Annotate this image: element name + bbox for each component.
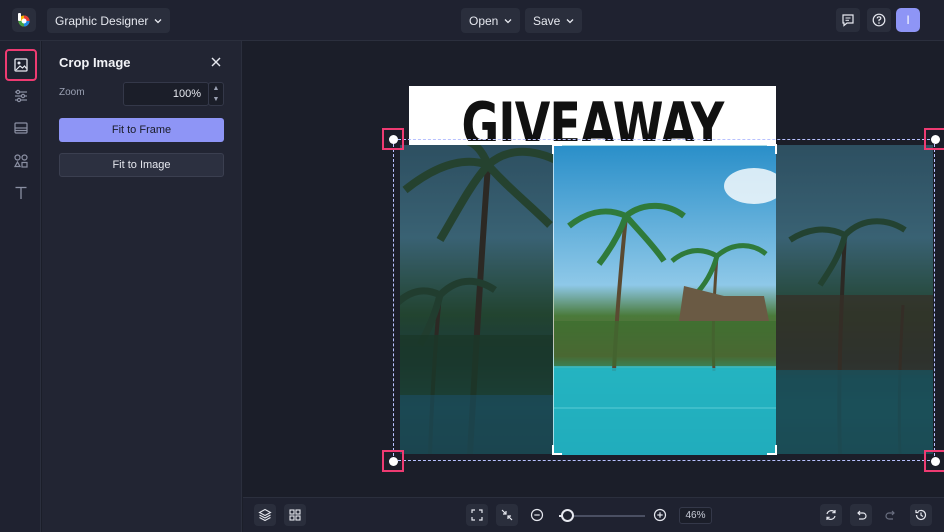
fit-to-image-label: Fit to Image <box>112 159 171 171</box>
design-canvas[interactable]: GIVEAWAY <box>243 41 944 497</box>
zoom-percent[interactable]: 46% <box>679 507 712 524</box>
zoom-stepper[interactable]: ▲ ▼ <box>208 82 224 106</box>
grid-icon <box>289 509 301 521</box>
zoom-label: Zoom <box>59 87 85 98</box>
layers-button[interactable] <box>254 504 276 526</box>
zoom-out-button[interactable] <box>530 508 544 522</box>
layout-icon <box>14 122 28 134</box>
layers-icon <box>258 508 272 522</box>
bottom-toolbar: 46% <box>243 497 944 532</box>
rail-item-adjust[interactable] <box>7 82 35 110</box>
chevron-down-icon <box>504 18 512 23</box>
resize-handle-bottom-right[interactable] <box>924 450 944 472</box>
close-icon <box>211 57 221 67</box>
save-label: Save <box>533 13 561 28</box>
open-label: Open <box>469 13 499 28</box>
zoom-slider-knob[interactable] <box>561 509 575 522</box>
befunky-logo-icon[interactable] <box>12 8 36 32</box>
stepper-down-icon[interactable]: ▼ <box>209 94 223 105</box>
top-bar: Graphic Designer Open Save I <box>0 0 944 41</box>
rail-item-layout[interactable] <box>7 114 35 142</box>
resize-handle-top-left[interactable] <box>382 128 404 150</box>
image-icon <box>14 58 28 72</box>
grid-button[interactable] <box>284 504 306 526</box>
zoom-out-icon <box>530 508 544 522</box>
rail-item-text[interactable] <box>7 179 35 207</box>
chevron-down-icon <box>154 18 162 23</box>
sliders-icon <box>15 89 27 103</box>
resize-handle-bottom-left[interactable] <box>382 450 404 472</box>
shapes-icon <box>13 154 28 168</box>
app-menu-label: Graphic Designer <box>55 13 149 28</box>
fit-screen-icon <box>471 509 483 521</box>
open-button[interactable]: Open <box>461 8 521 33</box>
replace-icon <box>826 510 836 520</box>
shrink-icon <box>501 509 513 521</box>
zoom-in-icon <box>653 508 667 522</box>
comment-icon <box>842 14 854 27</box>
history-button[interactable] <box>910 504 932 526</box>
actual-size-button[interactable] <box>496 504 518 526</box>
save-button[interactable]: Save <box>525 8 583 33</box>
headline-text[interactable]: GIVEAWAY <box>457 91 729 141</box>
selection-box <box>393 139 935 461</box>
avatar-initial: I <box>906 13 910 27</box>
tool-rail <box>0 41 41 532</box>
stepper-up-icon[interactable]: ▲ <box>209 83 223 94</box>
crop-panel: Crop Image Zoom ▲ ▼ Fit to Frame Fit to … <box>42 41 242 532</box>
fit-screen-button[interactable] <box>466 504 488 526</box>
replace-button[interactable] <box>820 504 842 526</box>
help-icon <box>872 13 886 27</box>
zoom-input[interactable] <box>123 82 209 106</box>
rail-item-image-manager[interactable] <box>5 49 37 81</box>
fit-to-frame-label: Fit to Frame <box>111 124 172 136</box>
help-button[interactable] <box>867 8 891 32</box>
zoom-in-button[interactable] <box>653 508 667 522</box>
undo-button[interactable] <box>850 504 872 526</box>
avatar[interactable]: I <box>896 8 920 32</box>
panel-title: Crop Image <box>59 55 131 70</box>
fit-to-image-button[interactable]: Fit to Image <box>59 153 224 177</box>
chevron-down-icon <box>566 18 574 23</box>
redo-icon <box>885 510 895 520</box>
text-icon <box>15 186 27 199</box>
fit-to-frame-button[interactable]: Fit to Frame <box>59 118 224 142</box>
comment-button[interactable] <box>836 8 860 32</box>
undo-icon <box>857 510 867 520</box>
close-panel-button[interactable] <box>208 54 224 70</box>
redo-button[interactable] <box>880 504 902 526</box>
history-icon <box>915 509 927 521</box>
app-menu-button[interactable]: Graphic Designer <box>47 8 171 33</box>
rail-item-elements[interactable] <box>7 147 35 175</box>
resize-handle-top-right[interactable] <box>924 128 944 150</box>
